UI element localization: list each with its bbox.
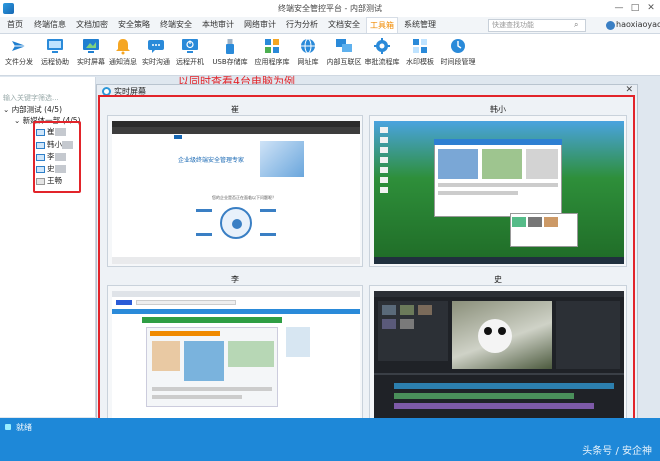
screen-thumbnail xyxy=(374,291,624,429)
watermark-text: 头条号 / 安企神 xyxy=(582,446,652,457)
notification-button[interactable]: 通知消息 xyxy=(105,36,141,74)
watermark-icon xyxy=(413,39,427,53)
close-window-button[interactable]: ✕ xyxy=(644,2,658,14)
url-library-button[interactable]: 网址库 xyxy=(290,36,326,74)
screen-subheading: 您的企业是否正在面临以下问题呢？ xyxy=(212,195,276,200)
toolbar: 文件分发 远程协助 实时屏幕 通知消息 实时沟通 远程开机 USB存储库 应用程… xyxy=(0,34,660,76)
minimize-button[interactable]: — xyxy=(612,2,626,14)
file-send-button[interactable]: 文件分发 xyxy=(1,36,37,74)
status-icon xyxy=(5,424,11,430)
highlight-box-computers xyxy=(33,121,81,193)
notification-icon xyxy=(116,39,130,55)
screen-heading: 企业级终端安全管理专家 xyxy=(178,157,245,164)
menu-tab-doc-security[interactable]: 文档安全 xyxy=(326,17,362,33)
approval-flow-button[interactable]: 审批流程库 xyxy=(364,36,400,74)
title-bar: 终端安全管控平台 - 内部测试 — □ ✕ xyxy=(0,0,660,17)
realtime-screen-dialog: 实时屏幕 ✕ 崔 企业级终端安全管理专家 您的企业是否正在面临以下问题呢？ 韩小 xyxy=(96,84,638,436)
screen-thumbnail xyxy=(112,291,360,429)
usb-storage-button[interactable]: USB存储库 xyxy=(212,36,248,74)
approval-flow-icon xyxy=(374,38,390,54)
menu-tab-terminal-info[interactable]: 终端信息 xyxy=(32,17,68,33)
screen-caption: 史 xyxy=(494,275,502,284)
chevron-down-icon[interactable]: ⌄ xyxy=(3,105,9,114)
screen-caption: 崔 xyxy=(231,105,239,114)
realtime-screen-button[interactable]: 实时屏幕 xyxy=(73,36,109,74)
screen-tile-1[interactable]: 崔 企业级终端安全管理专家 您的企业是否正在面临以下问题呢？ xyxy=(107,105,363,267)
chat-button[interactable]: 实时沟通 xyxy=(138,36,174,74)
chat-icon xyxy=(148,40,164,53)
avatar xyxy=(606,21,615,30)
window-title: 终端安全管控平台 - 内部测试 xyxy=(278,4,382,13)
user-name[interactable]: haoxiaoyao xyxy=(616,20,660,29)
intranet-zone-button[interactable]: 内部互联区 xyxy=(326,36,362,74)
screen-thumbnail: 企业级终端安全管理专家 您的企业是否正在面临以下问题呢？ xyxy=(112,121,360,264)
time-period-icon xyxy=(451,39,465,53)
app-library-button[interactable]: 应用程序库 xyxy=(254,36,290,74)
menu-tab-local-audit[interactable]: 本地审计 xyxy=(200,17,236,33)
search-icon[interactable]: ⌕ xyxy=(574,20,578,30)
menu-tab-behavior-analysis[interactable]: 行为分析 xyxy=(284,17,320,33)
remote-assist-icon xyxy=(47,39,63,53)
screen-tile-4[interactable]: 史 xyxy=(369,275,627,431)
app-library-icon xyxy=(265,39,279,53)
menu-tab-system-admin[interactable]: 系统管理 xyxy=(402,17,438,33)
screen-tile-2[interactable]: 韩小 xyxy=(369,105,627,267)
status-text: 就绪 xyxy=(16,423,32,432)
menu-tab-terminal-security[interactable]: 终端安全 xyxy=(158,17,194,33)
maximize-button[interactable]: □ xyxy=(628,2,642,14)
url-library-icon xyxy=(301,38,315,54)
search-input[interactable]: 快速查找功能 xyxy=(488,19,586,32)
tree-root-node[interactable]: ⌄ 内部测试 (4/5) xyxy=(3,104,62,115)
screen-caption: 李 xyxy=(231,275,239,284)
screen-caption: 韩小 xyxy=(490,105,506,114)
time-period-button[interactable]: 时间段管理 xyxy=(440,36,476,74)
tree-filter-input[interactable]: 输入关键字筛选... xyxy=(3,93,93,104)
menu-tab-home[interactable]: 首页 xyxy=(2,17,28,33)
menu-bar: 首页 终端信息 文档加密 安全策略 终端安全 本地审计 网络审计 行为分析 文档… xyxy=(0,17,660,34)
screen-tile-3[interactable]: 李 xyxy=(107,275,363,431)
menu-tab-doc-encryption[interactable]: 文档加密 xyxy=(74,17,110,33)
menu-tab-network-audit[interactable]: 网络审计 xyxy=(242,17,278,33)
screen-thumbnail xyxy=(374,121,624,264)
status-bar: 就绪 头条号 / 安企神 xyxy=(0,418,660,461)
watermark-button[interactable]: 水印模板 xyxy=(402,36,438,74)
file-send-icon xyxy=(12,41,26,51)
remote-boot-button[interactable]: 远程开机 xyxy=(172,36,208,74)
remote-boot-icon xyxy=(182,39,198,53)
menu-tab-toolbox[interactable]: 工具箱 xyxy=(366,17,398,33)
dialog-close-button[interactable]: ✕ xyxy=(625,85,633,95)
menu-tab-security-policy[interactable]: 安全策略 xyxy=(116,17,152,33)
chevron-down-icon[interactable]: ⌄ xyxy=(14,116,20,125)
usb-storage-icon xyxy=(226,39,234,54)
intranet-zone-icon xyxy=(336,39,352,52)
realtime-screen-icon xyxy=(83,39,99,53)
remote-assist-button[interactable]: 远程协助 xyxy=(37,36,73,74)
